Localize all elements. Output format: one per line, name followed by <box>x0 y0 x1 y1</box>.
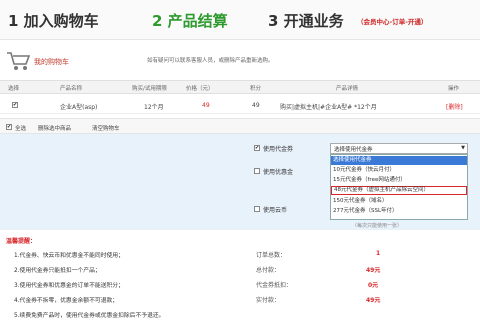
voucher-option[interactable]: 48元代金券（虚拟主机产品除云空间） <box>331 186 467 195</box>
actual-payment-label: 实付款： <box>256 297 281 304</box>
step-activate: 3 开通业务 <box>268 12 344 30</box>
row-price: 49 <box>202 102 210 109</box>
voucher-option[interactable]: 150元代金券（域名） <box>331 197 467 206</box>
warning-item: 2.使用代金券只能抵扣一个产品； <box>14 268 101 274</box>
cart-actions: ✔ 全选 删除选中商品 清空购物车 <box>0 118 480 134</box>
cart-table-header: 选择 产品名称 购买/试用期限 价格（元） 积分 产品详情 操作 <box>0 80 480 94</box>
cart-note: 如有疑问可以联系客服人员，或删除产品重新选购。 <box>147 58 274 64</box>
warning-item: 5.续费免费产品时，使用代金券或优惠金扣除后不予退还。 <box>14 313 165 319</box>
delete-link[interactable]: [删除] <box>446 102 463 111</box>
voucher-checkbox[interactable]: ✔ <box>254 145 260 151</box>
voucher-label: 使用代金券 <box>263 146 294 153</box>
col-price: 价格（元） <box>186 86 214 92</box>
cloud-coin-label: 使用云币 <box>263 207 288 214</box>
clear-cart-link[interactable]: 清空购物车 <box>92 124 120 132</box>
chevron-down-icon: ▼ <box>461 145 465 151</box>
warning-item: 1.代金券、快云币和优惠金不能同时使用； <box>14 253 124 259</box>
step-add-to-cart: 1 加入购物车 <box>8 12 99 30</box>
select-all-checkbox[interactable]: ✔ <box>6 124 12 130</box>
checkout-steps: 1 加入购物车 2 产品结算 3 开通业务 （会员中心-订单-开通） <box>0 0 480 40</box>
select-all-label[interactable]: 全选 <box>15 124 26 132</box>
step-checkout: 2 产品结算 <box>152 12 228 30</box>
row-period: 12个月 <box>144 104 164 111</box>
row-checkbox[interactable]: ✔ <box>12 102 18 108</box>
col-detail: 产品详情 <box>336 86 359 92</box>
preferential-label: 使用优惠金 <box>263 169 294 176</box>
preferential-checkbox[interactable] <box>254 168 260 174</box>
voucher-deduction-label: 代金券抵扣： <box>256 282 293 289</box>
warning-item: 3.使用代金券和优惠金的订单不能送积分； <box>14 283 124 289</box>
order-count-value: 1 <box>376 250 381 257</box>
row-product-name: 企业A型(asp) <box>60 104 98 111</box>
row-detail: 购买|虚拟主机|#企业A型# *12个月 <box>280 104 377 111</box>
shopping-cart-icon <box>7 52 30 70</box>
voucher-option[interactable]: 10元代金券（快云月付） <box>331 166 467 175</box>
col-select: 选择 <box>8 86 20 92</box>
col-operation: 操作 <box>448 86 460 92</box>
delete-selected-link[interactable]: 删除选中商品 <box>38 124 71 132</box>
col-period: 购买/试用期限 <box>132 86 167 92</box>
voucher-select-value: 选择使用代金券 <box>334 147 373 153</box>
actual-payment-value: 49元 <box>366 297 381 304</box>
table-row: ✔ 企业A型(asp) 12个月 49 49 购买|虚拟主机|#企业A型# *1… <box>0 96 480 114</box>
voucher-select[interactable]: 选择使用代金券 ▼ <box>330 143 468 154</box>
cloud-coin-checkbox[interactable] <box>254 206 260 212</box>
order-count-label: 订单总数： <box>256 252 287 259</box>
voucher-option[interactable]: 选择使用代金券 <box>331 156 467 165</box>
col-points: 积分 <box>250 86 262 92</box>
voucher-hint: （每次只能使用一张） <box>352 223 403 229</box>
voucher-deduction-value: 0元 <box>368 282 379 289</box>
voucher-dropdown-list: 选择使用代金券 10元代金券（快云月付） 15元代金券（free网站通付） 48… <box>330 154 468 220</box>
total-payment-label: 总付款： <box>256 267 281 274</box>
warnings-title: 温馨提醒： <box>6 238 37 245</box>
step-activate-note: （会员中心-订单-开通） <box>357 18 428 26</box>
voucher-option[interactable]: 15元代金券（free网站通付） <box>331 176 467 185</box>
row-points: 49 <box>252 102 260 109</box>
voucher-option[interactable]: 277元代金券（SSL年付） <box>331 207 467 216</box>
col-product-name: 产品名称 <box>60 86 83 92</box>
cart-title: 我的购物车 <box>34 58 69 66</box>
total-payment-value: 49元 <box>366 267 381 274</box>
warning-item: 4.代金券不拆零，优惠金余额不可退款； <box>14 298 119 304</box>
